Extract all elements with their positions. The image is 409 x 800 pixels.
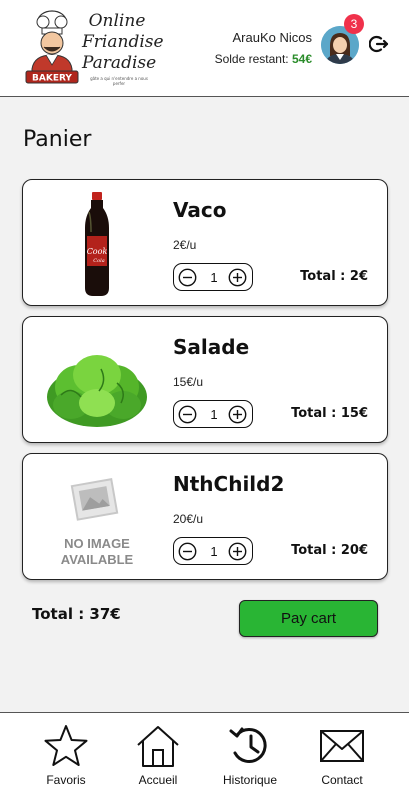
- product-name: Vaco: [173, 198, 227, 222]
- lettuce-image: [47, 355, 147, 427]
- nav-label: Favoris: [46, 773, 86, 787]
- mail-icon: [320, 730, 364, 762]
- quantity-stepper: 1: [173, 263, 253, 291]
- bakery-logo[interactable]: BAKERY Online Friandise Paradise gâte a …: [24, 9, 164, 89]
- chef-logo-icon: BAKERY: [25, 10, 79, 84]
- logo-tagline: gâte a qui n'entendre a nous perfer: [90, 76, 148, 86]
- balance: Solde restant: 54€: [215, 52, 312, 66]
- logo-line-2: Friandise: [82, 32, 164, 52]
- bottom-nav: Favoris Accueil Historique Contact: [0, 712, 409, 800]
- star-icon: [44, 725, 88, 766]
- item-total: Total : 15€: [291, 406, 368, 421]
- no-image-line-1: NO IMAGE: [64, 536, 130, 551]
- notification-badge[interactable]: 3: [344, 14, 364, 34]
- image-placeholder-icon: NO IMAGE AVAILABLE: [61, 478, 134, 567]
- logo-line-1: Online: [88, 11, 146, 31]
- logo-badge-text: BAKERY: [32, 74, 72, 84]
- plus-icon[interactable]: [228, 268, 247, 287]
- app-header: BAKERY Online Friandise Paradise gâte a …: [0, 0, 409, 97]
- home-icon: [137, 726, 179, 767]
- svg-text:Cola: Cola: [93, 258, 104, 264]
- nav-item-historique[interactable]: Historique: [205, 713, 295, 800]
- nav-item-accueil[interactable]: Accueil: [113, 713, 203, 800]
- cart-item: Cook Cola Vaco 2€/u 1 Total : 2€: [22, 179, 388, 306]
- unit-price: 20€/u: [173, 512, 204, 526]
- item-total: Total : 2€: [300, 269, 368, 284]
- plus-icon[interactable]: [228, 405, 247, 424]
- item-total: Total : 20€: [291, 543, 368, 558]
- nav-label: Historique: [222, 773, 278, 787]
- logo-wordmark: Online Friandise Paradise: [82, 11, 164, 74]
- logout-icon[interactable]: [369, 34, 389, 54]
- logo-line-3: Paradise: [82, 53, 157, 73]
- nav-label: Contact: [321, 773, 363, 787]
- nav-label: Accueil: [138, 773, 178, 787]
- balance-label: Solde restant:: [214, 52, 289, 66]
- history-icon: [229, 727, 267, 763]
- cart-item: NO IMAGE AVAILABLE NthChild2 20€/u 1 Tot…: [22, 453, 388, 580]
- product-name: Salade: [173, 335, 250, 359]
- balance-value: 54€: [291, 52, 312, 66]
- svg-text:Cook: Cook: [87, 247, 108, 256]
- quantity-stepper: 1: [173, 400, 253, 428]
- nav-item-favoris[interactable]: Favoris: [21, 713, 111, 800]
- plus-icon[interactable]: [228, 542, 247, 561]
- cart-item: Salade 15€/u 1 Total : 15€: [22, 316, 388, 443]
- user-name: ArauKo Nicos: [232, 30, 312, 45]
- no-image-line-2: AVAILABLE: [61, 552, 134, 567]
- quantity-stepper: 1: [173, 537, 253, 565]
- pay-cart-button[interactable]: Pay cart: [239, 600, 378, 637]
- no-image-placeholder: NO IMAGE AVAILABLE: [41, 462, 153, 572]
- nav-item-contact[interactable]: Contact: [297, 713, 387, 800]
- page-title: Panier: [23, 127, 92, 152]
- unit-price: 2€/u: [173, 238, 197, 252]
- unit-price: 15€/u: [173, 375, 204, 389]
- product-name: NthChild2: [173, 472, 285, 496]
- cart-grand-total: Total : 37€: [32, 605, 121, 623]
- cola-bottle-image: Cook Cola: [85, 192, 109, 296]
